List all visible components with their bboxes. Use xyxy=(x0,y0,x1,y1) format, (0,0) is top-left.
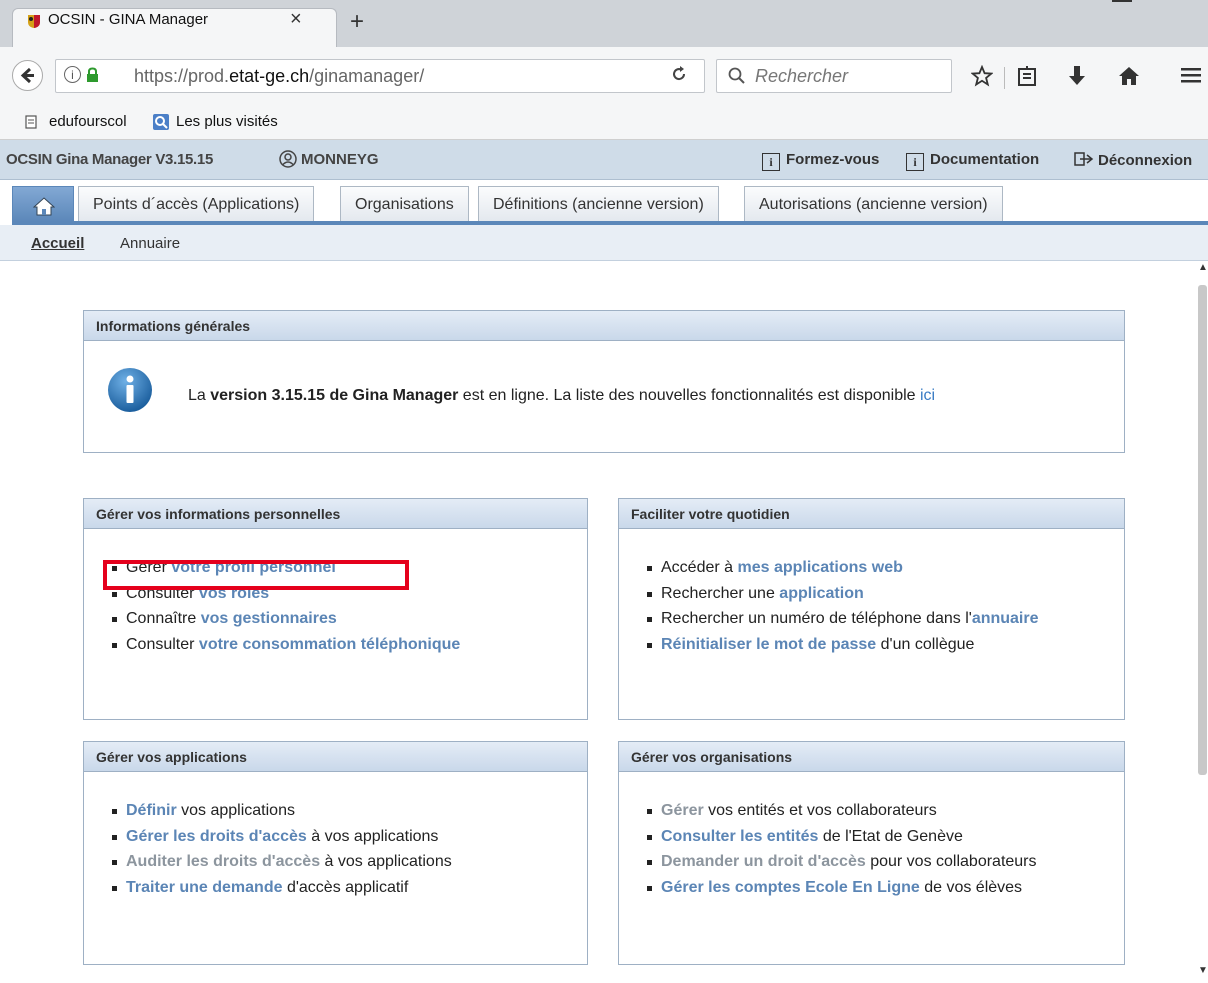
highlight-box xyxy=(103,560,409,590)
list-item: Réinitialiser le mot de passe d'un collè… xyxy=(647,636,1039,662)
info-box-icon: i xyxy=(762,153,780,171)
subnav-annuaire[interactable]: Annuaire xyxy=(120,235,180,252)
phone-consumption-link[interactable]: votre consommation téléphonique xyxy=(199,636,460,653)
list-item: Accéder à mes applications web xyxy=(647,559,1039,585)
most-visited-icon xyxy=(153,114,169,130)
info-panel: Informations générales La version 3.15.1… xyxy=(83,310,1125,453)
list-item: Consulter votre consommation téléphoniqu… xyxy=(111,636,460,662)
list-item: Demander un droit d'accès pour vos colla… xyxy=(647,853,1037,879)
list-item: Rechercher une application xyxy=(647,585,1039,611)
applications-panel: Gérer vos applications Définir vos appli… xyxy=(83,741,588,965)
logout-link[interactable]: Déconnexion xyxy=(1074,151,1192,169)
scroll-down-arrow[interactable]: ▼ xyxy=(1198,965,1208,976)
list-item: Traiter une demande d'accès applicatif xyxy=(112,879,452,905)
reading-list-icon[interactable] xyxy=(1017,65,1037,87)
reload-icon[interactable] xyxy=(670,65,688,83)
tab-points-acces[interactable]: Points d´accès (Applications) xyxy=(78,186,315,222)
new-tab-button[interactable]: + xyxy=(350,8,364,36)
daily-panel: Faciliter votre quotidien Accéder à mes … xyxy=(618,498,1125,720)
organisations-list: Gérer vos entités et vos collaborateurs … xyxy=(647,802,1037,905)
tab-close-icon[interactable]: × xyxy=(290,8,302,31)
daily-list: Accéder à mes applications web Recherche… xyxy=(647,559,1039,662)
home-icon xyxy=(33,197,55,216)
user-icon xyxy=(279,150,297,168)
application-search-link[interactable]: application xyxy=(779,585,863,602)
search-icon xyxy=(728,67,745,84)
formez-vous-link[interactable]: i Formez-vous xyxy=(762,151,879,171)
search-bar[interactable]: Rechercher xyxy=(716,59,952,93)
directory-link[interactable]: annuaire xyxy=(972,610,1039,627)
subnav-accueil[interactable]: Accueil xyxy=(31,235,84,252)
site-info-icon[interactable]: i xyxy=(64,66,81,83)
main-tabs: Points d´accès (Applications) Organisati… xyxy=(0,180,1208,222)
menu-icon[interactable] xyxy=(1180,65,1202,85)
panel-title: Gérer vos organisations xyxy=(619,742,1124,772)
audit-access-link: Auditer les droits d'accès xyxy=(126,853,321,870)
lock-icon xyxy=(87,67,98,82)
web-apps-link[interactable]: mes applications web xyxy=(737,559,902,576)
manage-entities-link: Gérer xyxy=(661,802,704,819)
manage-access-link[interactable]: Gérer les droits d'accès xyxy=(126,828,307,845)
download-icon[interactable] xyxy=(1068,65,1086,87)
tab-organisations[interactable]: Organisations xyxy=(340,186,469,222)
info-icon xyxy=(108,368,152,412)
page-icon xyxy=(25,115,37,129)
documentation-link[interactable]: i Documentation xyxy=(906,151,1039,171)
geneva-crest-icon xyxy=(28,15,40,28)
list-item: Définir vos applications xyxy=(112,802,452,828)
panel-title: Faciliter votre quotidien xyxy=(619,499,1124,529)
request-access-link: Demander un droit d'accès xyxy=(661,853,866,870)
release-notes-link[interactable]: ici xyxy=(920,387,935,404)
home-icon[interactable] xyxy=(1118,65,1140,87)
managers-link[interactable]: vos gestionnaires xyxy=(201,610,337,627)
window-minimize-icon[interactable] xyxy=(1112,0,1132,2)
search-placeholder: Rechercher xyxy=(755,66,849,86)
panel-title: Gérer vos applications xyxy=(84,742,587,772)
info-message: La version 3.15.15 de Gina Manager est e… xyxy=(188,387,936,404)
logout-icon xyxy=(1074,152,1094,166)
browser-tab-title: OCSIN - GINA Manager xyxy=(48,11,209,28)
scroll-up-arrow[interactable]: ▲ xyxy=(1198,262,1208,273)
bookmark-edufourscol[interactable]: edufourscol xyxy=(49,113,127,130)
back-arrow-icon xyxy=(20,67,34,84)
bookmark-star-icon[interactable] xyxy=(971,65,993,87)
list-item: Consulter les entités de l'Etat de Genèv… xyxy=(647,828,1037,854)
list-item: Gérer vos entités et vos collaborateurs xyxy=(647,802,1037,828)
reset-password-link[interactable]: Réinitialiser le mot de passe xyxy=(661,636,876,653)
url-text: https://prod.etat-ge.ch/ginamanager/ xyxy=(134,66,425,86)
school-accounts-link[interactable]: Gérer les comptes Ecole En Ligne xyxy=(661,879,920,896)
process-request-link[interactable]: Traiter une demande xyxy=(126,879,283,896)
info-box-icon: i xyxy=(906,153,924,171)
bookmark-most-visited[interactable]: Les plus visités xyxy=(176,113,278,130)
toolbar-divider xyxy=(1004,67,1005,89)
panel-title: Informations générales xyxy=(84,311,1124,341)
tab-autorisations[interactable]: Autorisations (ancienne version) xyxy=(744,186,1003,222)
define-apps-link[interactable]: Définir xyxy=(126,802,177,819)
list-item: Auditer les droits d'accès à vos applica… xyxy=(112,853,452,879)
browser-tab-strip: OCSIN - GINA Manager × + xyxy=(0,0,1208,48)
list-item: Gérer les comptes Ecole En Ligne de vos … xyxy=(647,879,1037,905)
app-title: OCSIN Gina Manager V3.15.15 xyxy=(6,151,213,168)
sub-navigation: Accueil Annuaire xyxy=(0,225,1208,261)
browser-nav-bar: i https://prod.etat-ge.ch/ginamanager/ R… xyxy=(0,47,1208,105)
organisations-panel: Gérer vos organisations Gérer vos entité… xyxy=(618,741,1125,965)
list-item: Rechercher un numéro de téléphone dans l… xyxy=(647,610,1039,636)
user-name: MONNEYG xyxy=(301,151,379,168)
consult-entities-link[interactable]: Consulter les entités xyxy=(661,828,818,845)
tab-definitions[interactable]: Définitions (ancienne version) xyxy=(478,186,719,222)
tab-home[interactable] xyxy=(12,186,74,222)
applications-list: Définir vos applications Gérer les droit… xyxy=(112,802,452,905)
scrollbar-thumb[interactable] xyxy=(1198,285,1207,775)
panel-title: Gérer vos informations personnelles xyxy=(84,499,587,529)
bookmarks-bar: edufourscol Les plus visités xyxy=(0,105,1208,140)
back-button[interactable] xyxy=(12,60,43,91)
personal-info-panel: Gérer vos informations personnelles Gére… xyxy=(83,498,588,720)
list-item: Gérer les droits d'accès à vos applicati… xyxy=(112,828,452,854)
app-header: OCSIN Gina Manager V3.15.15 MONNEYG i For… xyxy=(0,140,1208,180)
url-bar[interactable]: i https://prod.etat-ge.ch/ginamanager/ xyxy=(55,59,705,93)
list-item: Connaître vos gestionnaires xyxy=(111,610,460,636)
